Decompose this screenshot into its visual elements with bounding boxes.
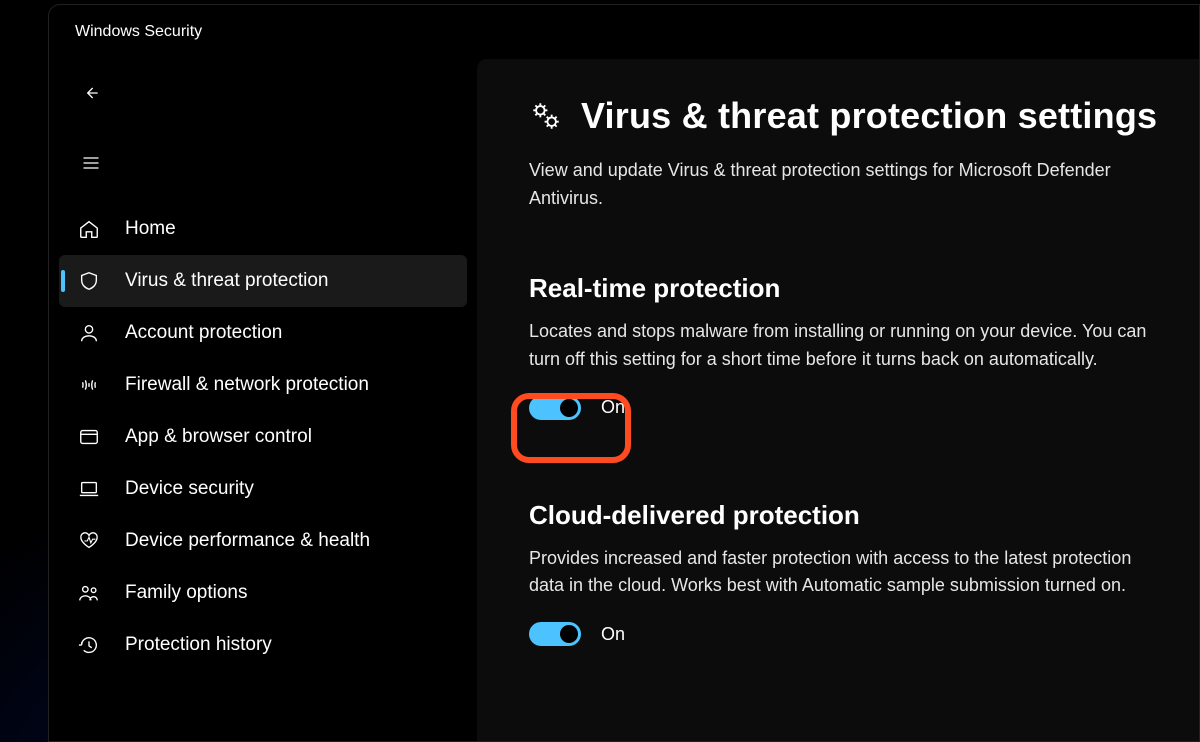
laptop-icon [77, 477, 101, 501]
sidebar-item-label: Virus & threat protection [125, 270, 328, 292]
toggle-label: On [601, 624, 625, 645]
content-panel: Virus & threat protection settings View … [477, 59, 1199, 741]
window-title: Windows Security [49, 5, 1199, 59]
sidebar-item-performance[interactable]: Device performance & health [59, 515, 467, 567]
nav-list: Home Virus & threat protection Account p… [49, 203, 477, 671]
sidebar-item-label: Firewall & network protection [125, 374, 369, 396]
sidebar-item-label: App & browser control [125, 426, 312, 448]
sidebar: Home Virus & threat protection Account p… [49, 59, 477, 741]
sidebar-item-label: Protection history [125, 634, 272, 656]
cloud-toggle[interactable] [529, 622, 581, 646]
section-realtime: Real-time protection Locates and stops m… [529, 273, 1171, 420]
sidebar-item-label: Device security [125, 478, 254, 500]
gears-icon [529, 99, 563, 133]
sidebar-item-account[interactable]: Account protection [59, 307, 467, 359]
toggle-label: On [601, 397, 625, 418]
page-subtitle: View and update Virus & threat protectio… [529, 157, 1169, 213]
hamburger-icon [81, 153, 101, 173]
back-button[interactable] [69, 71, 113, 115]
family-icon [77, 581, 101, 605]
toggle-row-cloud: On [529, 622, 1171, 646]
home-icon [77, 217, 101, 241]
sidebar-item-label: Home [125, 218, 176, 240]
sidebar-item-firewall[interactable]: Firewall & network protection [59, 359, 467, 411]
window-icon [77, 425, 101, 449]
page-title: Virus & threat protection settings [581, 95, 1157, 137]
body: Home Virus & threat protection Account p… [49, 59, 1199, 741]
realtime-toggle[interactable] [529, 396, 581, 420]
page-header: Virus & threat protection settings [529, 95, 1171, 137]
person-icon [77, 321, 101, 345]
sidebar-item-app-browser[interactable]: App & browser control [59, 411, 467, 463]
sidebar-item-label: Family options [125, 582, 248, 604]
history-icon [77, 633, 101, 657]
sidebar-item-family[interactable]: Family options [59, 567, 467, 619]
heartbeat-icon [77, 529, 101, 553]
shield-icon [77, 269, 101, 293]
app-window: Windows Security Home [48, 4, 1200, 742]
section-cloud: Cloud-delivered protection Provides incr… [529, 500, 1171, 647]
toggle-row-realtime: On [529, 396, 1171, 420]
arrow-left-icon [81, 83, 101, 103]
section-title: Real-time protection [529, 273, 1171, 304]
sidebar-item-device-sec[interactable]: Device security [59, 463, 467, 515]
section-description: Provides increased and faster protection… [529, 545, 1169, 601]
sidebar-item-history[interactable]: Protection history [59, 619, 467, 671]
sidebar-item-virus-threat[interactable]: Virus & threat protection [59, 255, 467, 307]
sidebar-item-home[interactable]: Home [59, 203, 467, 255]
section-title: Cloud-delivered protection [529, 500, 1171, 531]
signal-icon [77, 373, 101, 397]
nav-menu-button[interactable] [69, 141, 113, 185]
sidebar-item-label: Account protection [125, 322, 282, 344]
sidebar-item-label: Device performance & health [125, 530, 370, 552]
section-description: Locates and stops malware from installin… [529, 318, 1169, 374]
